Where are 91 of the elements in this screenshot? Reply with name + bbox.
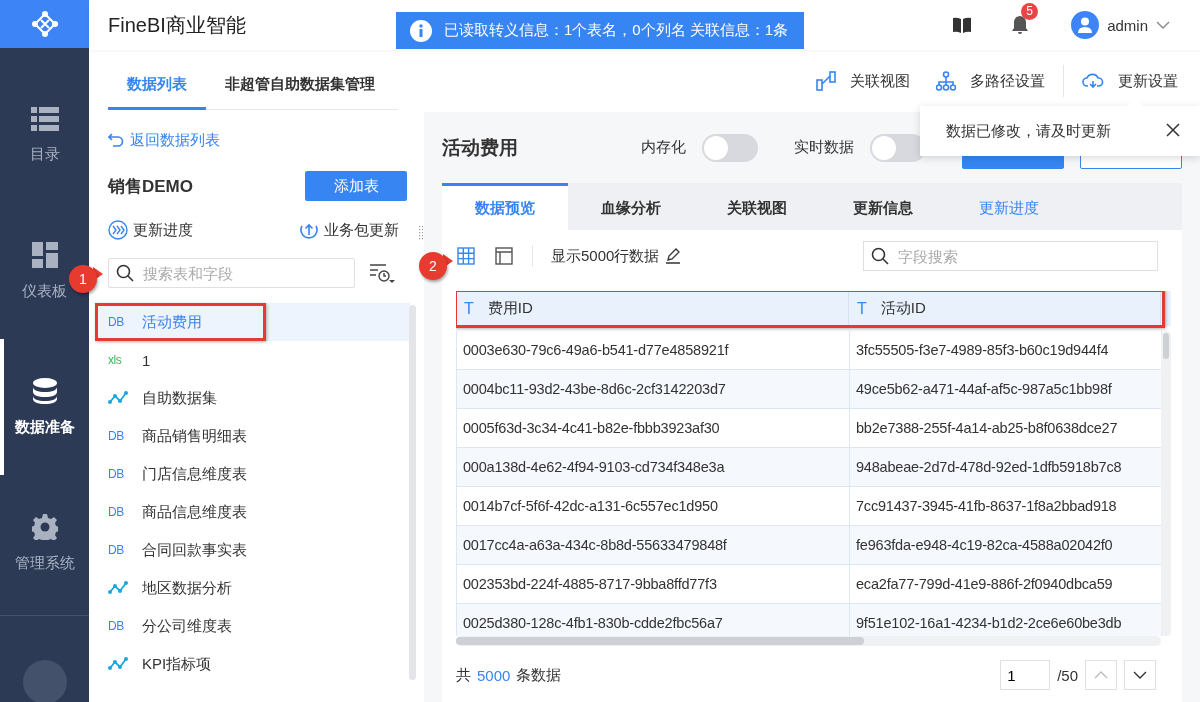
content-tab[interactable]: 数据预览 xyxy=(442,183,568,230)
table-list-item[interactable]: DB 门店信息维度表 xyxy=(95,455,410,493)
bell-icon xyxy=(1011,15,1030,35)
user-name[interactable]: admin xyxy=(1107,16,1148,34)
database-table-icon: DB xyxy=(108,429,128,443)
drag-handle-icon[interactable] xyxy=(419,226,423,240)
filter-history-icon[interactable] xyxy=(369,262,395,284)
table-list-item[interactable]: xls 1 xyxy=(95,341,410,379)
database-table-icon: DB xyxy=(108,315,128,329)
next-page-button[interactable] xyxy=(1124,660,1156,690)
database-table-icon: DB xyxy=(108,619,128,633)
info-icon xyxy=(410,19,432,42)
dashboard-icon xyxy=(31,242,58,269)
cloud-sync-icon xyxy=(1082,72,1104,90)
layout-view-icon[interactable] xyxy=(494,246,514,266)
dataset-title: 活动费用 xyxy=(442,135,518,160)
scrollbar[interactable] xyxy=(456,636,1161,646)
table-list-item[interactable]: 地区数据分析 xyxy=(95,569,410,607)
update-progress-link[interactable]: 更新进度 xyxy=(108,220,193,240)
nav-item[interactable]: 管理系统 xyxy=(14,513,75,573)
table-cell: 0004bc11-93d2-43be-8d6c-2cf3142203d7 xyxy=(457,370,850,408)
database-table-icon: DB xyxy=(108,505,128,519)
table-cell: 0017cc4a-a63a-434c-8b8d-55633479848f xyxy=(457,526,850,564)
column-header[interactable]: T 活动ID xyxy=(849,291,1161,326)
toolbar-item[interactable]: 多路径设置 xyxy=(936,71,1045,91)
list-icon xyxy=(30,107,59,132)
page-input[interactable]: 1 xyxy=(1000,660,1051,690)
search-icon xyxy=(116,264,134,282)
close-icon[interactable] xyxy=(1166,123,1182,139)
table-cell: 002353bd-224f-4885-8717-9bba8ffd77f3 xyxy=(457,565,850,603)
edit-icon xyxy=(665,248,682,264)
content-tab[interactable]: 血缘分析 xyxy=(568,183,694,230)
toolbar-item[interactable]: 更新设置 xyxy=(1082,71,1178,91)
avatar-icon[interactable] xyxy=(1071,11,1100,39)
table-cell: 0014b7cf-5f6f-42dc-a131-6c557ec1d950 xyxy=(457,487,850,525)
nav-item[interactable]: 仪表板 xyxy=(22,242,67,302)
nav-item[interactable]: 目录 xyxy=(29,107,60,165)
hierarchy-icon xyxy=(936,71,956,91)
panel-tab[interactable]: 非超管自助数据集管理 xyxy=(206,62,394,110)
table-cell: 0003e630-79c6-49a6-b541-d77e4858921f xyxy=(457,331,850,369)
progress-icon xyxy=(108,220,128,240)
column-header[interactable]: T 费用ID xyxy=(456,291,849,326)
table-list-item[interactable]: DB 分公司维度表 xyxy=(95,607,410,645)
notification-count: 5 xyxy=(1021,3,1039,20)
content-tab[interactable]: 更新信息 xyxy=(820,183,946,230)
settings-icon xyxy=(31,513,58,540)
search-icon xyxy=(871,247,889,265)
switch-label: 内存化 xyxy=(641,138,686,157)
toolbar-item[interactable]: 关联视图 xyxy=(816,71,910,91)
table-list-item[interactable]: KPI指标项 xyxy=(95,645,410,683)
database-icon xyxy=(31,377,58,404)
toggle-switch[interactable] xyxy=(702,133,758,162)
database-table-icon: DB xyxy=(108,467,128,481)
field-search-field[interactable]: 字段搜索 xyxy=(863,241,1158,271)
database-table-icon: DB xyxy=(108,543,128,557)
book-icon[interactable] xyxy=(953,17,972,33)
scrollbar[interactable] xyxy=(409,305,416,680)
table-list-item[interactable]: DB 商品销售明细表 xyxy=(95,417,410,455)
chevron-up-icon xyxy=(1094,671,1108,679)
nav-item[interactable]: 数据准备 xyxy=(14,377,75,437)
switch-label: 实时数据 xyxy=(794,138,854,157)
package-update-link[interactable]: 业务包更新 xyxy=(299,220,399,240)
table-cell: 0005f63d-3c34-4c41-b82e-fbbb3923af30 xyxy=(457,409,850,447)
table-search-field[interactable]: 搜索表和字段 xyxy=(108,258,355,288)
back-icon xyxy=(108,133,124,147)
package-name: 销售DEMO xyxy=(108,175,193,198)
total-count: 5000 xyxy=(477,666,511,684)
table-cell: 000a138d-4e62-4f94-9103-cd734f348e3a xyxy=(457,448,850,486)
toast-message: 已读取转义信息：1个表名，0个列名 关联信息：1条 xyxy=(396,12,804,49)
scrollbar[interactable] xyxy=(1161,331,1171,636)
row-limit-label[interactable]: 显示5000行数据 xyxy=(551,246,682,266)
table-list-item[interactable]: DB 商品信息维度表 xyxy=(95,493,410,531)
content-tab[interactable]: 关联视图 xyxy=(694,183,820,230)
excel-icon: xls xyxy=(108,353,128,367)
dataset-icon xyxy=(108,657,128,671)
dataset-icon xyxy=(108,581,128,595)
total-prefix: 共 xyxy=(456,665,471,685)
panel-tab[interactable]: 数据列表 xyxy=(108,62,206,110)
chevron-down-icon xyxy=(1156,21,1170,29)
relation-icon xyxy=(816,71,836,91)
chevron-down-icon xyxy=(1133,671,1147,679)
page-total: /50 xyxy=(1057,666,1078,684)
grid-view-icon[interactable] xyxy=(456,246,476,266)
back-link[interactable]: 返回数据列表 xyxy=(108,130,418,150)
total-suffix: 条数据 xyxy=(516,665,562,685)
table-list-item[interactable]: 自助数据集 xyxy=(95,379,410,417)
app-title: FineBI商业智能 xyxy=(108,12,246,38)
table-list-item[interactable]: DB 合同回款事实表 xyxy=(95,531,410,569)
dataset-icon xyxy=(108,391,128,405)
app-logo[interactable] xyxy=(0,0,89,49)
add-table-button[interactable]: 添加表 xyxy=(305,171,407,201)
